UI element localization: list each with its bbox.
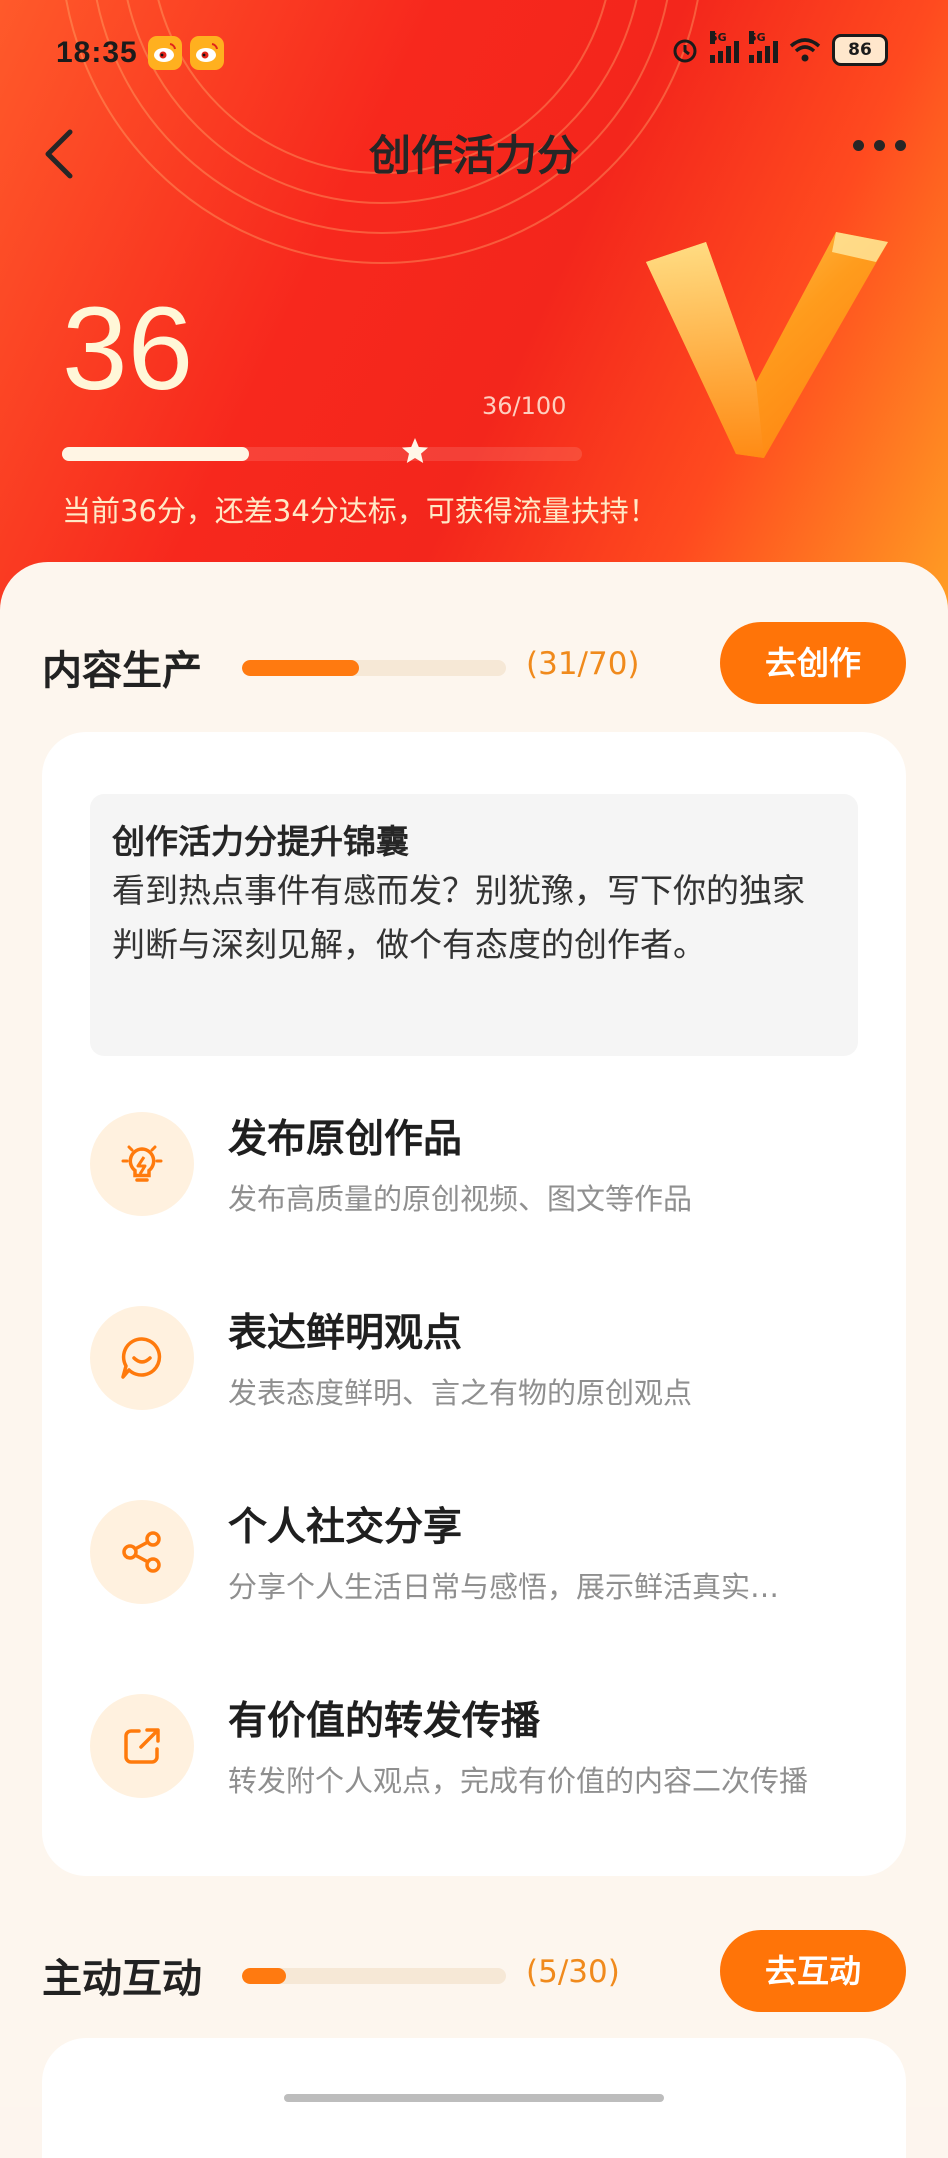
task-item-publish-original[interactable]: 发布原创作品 发布高质量的原创视频、图文等作品 [90, 1098, 870, 1228]
more-menu-icon[interactable] [853, 140, 906, 151]
task-desc: 分享个人生活日常与感悟，展示鲜活真实… [228, 1570, 780, 1604]
chat-smile-icon [90, 1306, 194, 1410]
go-interact-button[interactable]: 去互动 [720, 1930, 906, 2012]
section-progress-fill [242, 660, 359, 676]
status-bar: 18:35 5G 5G 86 [0, 0, 948, 110]
task-desc: 发布高质量的原创视频、图文等作品 [228, 1182, 693, 1216]
section-title: 内容生产 [42, 648, 202, 694]
task-desc: 转发附个人观点，完成有价值的内容二次传播 [228, 1764, 809, 1798]
battery-icon: 86 [832, 34, 888, 66]
hero-header: 18:35 5G 5G 86 创作活力分 36 36/100 当前36分，还差3… [0, 0, 948, 640]
score-ratio: 36/100 [482, 392, 567, 420]
section-progress-fill [242, 1968, 287, 1984]
wifi-icon [789, 38, 821, 62]
v-logo-icon [646, 232, 888, 458]
section-progress-bar [242, 660, 506, 676]
page-title: 创作活力分 [368, 131, 579, 180]
tips-title: 创作活力分提升锦囊 [112, 822, 409, 861]
task-item-social-share[interactable]: 个人社交分享 分享个人生活日常与感悟，展示鲜活真实… [90, 1486, 870, 1616]
task-item-valuable-forward[interactable]: 有价值的转发传播 转发附个人观点，完成有价值的内容二次传播 [90, 1680, 870, 1810]
tips-box: 创作活力分提升锦囊 看到热点事件有感而发？别犹豫，写下你的独家判断与深刻见解，做… [90, 794, 858, 1056]
section-title: 主动互动 [42, 1956, 202, 2002]
score-message: 当前36分，还差34分达标，可获得流量扶持！ [62, 494, 658, 528]
score-progress-bar [62, 447, 582, 461]
signal-icon: 5G [749, 31, 778, 63]
weibo-notification-icon [148, 36, 182, 70]
share-icon [90, 1500, 194, 1604]
status-icons: 5G 5G 86 [670, 31, 888, 66]
alarm-icon [673, 39, 697, 63]
weibo-notification-icon [190, 36, 224, 70]
section-header-content: 内容生产 (31/70) 去创作 [42, 622, 906, 712]
status-time: 18:35 [56, 36, 138, 69]
signal-icon: 5G [710, 31, 739, 63]
home-indicator[interactable] [284, 2094, 664, 2102]
tips-body: 看到热点事件有感而发？别犹豫，写下你的独家判断与深刻见解，做个有态度的创作者。 [112, 871, 805, 964]
section-header-interaction: 主动互动 (5/30) 去互动 [42, 1930, 906, 2020]
activity-score: 36 [62, 283, 194, 415]
task-title: 个人社交分享 [228, 1505, 463, 1550]
section-count: (5/30) [526, 1954, 620, 1990]
content-task-card: 创作活力分提升锦囊 看到热点事件有感而发？别犹豫，写下你的独家判断与深刻见解，做… [42, 732, 906, 1876]
task-title: 有价值的转发传播 [228, 1699, 541, 1744]
battery-level: 86 [848, 40, 872, 60]
task-desc: 发表态度鲜明、言之有物的原创观点 [228, 1376, 693, 1410]
task-item-express-opinion[interactable]: 表达鲜明观点 发表态度鲜明、言之有物的原创观点 [90, 1292, 870, 1422]
section-progress-bar [242, 1968, 506, 1984]
forward-icon [90, 1694, 194, 1798]
score-progress-fill [62, 447, 250, 461]
go-create-button[interactable]: 去创作 [720, 622, 906, 704]
lightbulb-icon [90, 1112, 194, 1216]
task-title: 发布原创作品 [228, 1117, 463, 1162]
target-star-icon [402, 438, 428, 463]
task-title: 表达鲜明观点 [228, 1311, 463, 1356]
section-count: (31/70) [526, 646, 640, 682]
